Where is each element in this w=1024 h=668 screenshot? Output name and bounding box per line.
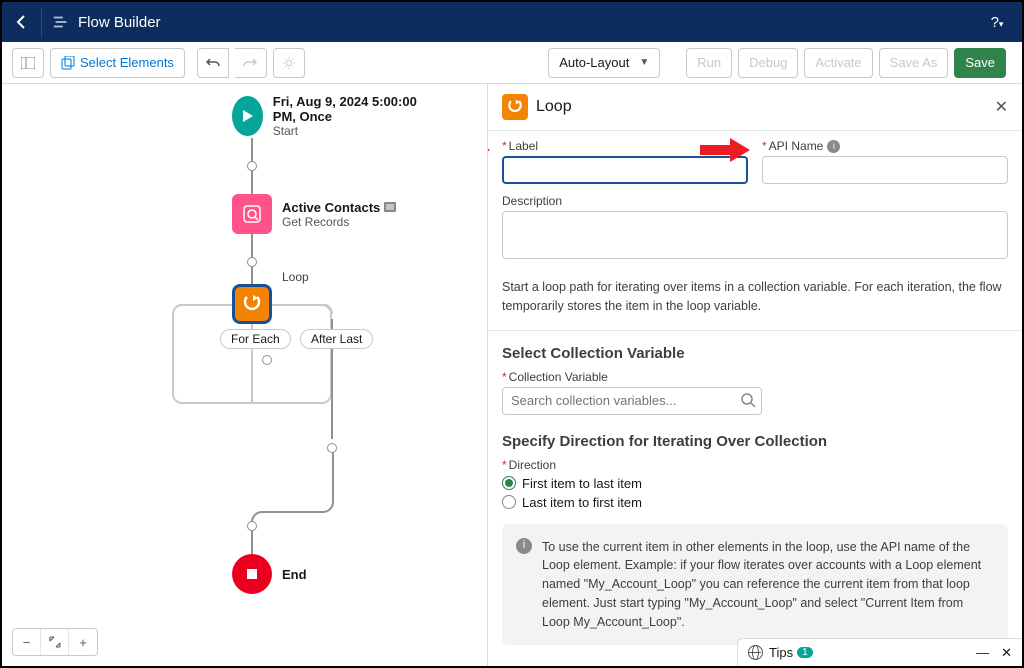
flow-canvas[interactable]: Fri, Aug 9, 2024 5:00:00 PM, Once Start … (2, 84, 487, 666)
toggle-panel-button[interactable] (12, 48, 44, 78)
layout-mode-select[interactable]: Auto-Layout▼ (548, 48, 660, 78)
select-elements-button[interactable]: Select Elements (50, 48, 185, 78)
direction-section-title: Specify Direction for Iterating Over Col… (502, 433, 1008, 450)
loop-connectors (172, 304, 372, 444)
copy-icon (61, 56, 75, 70)
gear-icon (282, 56, 296, 70)
collection-variable-input[interactable] (502, 387, 762, 415)
loop-icon (506, 98, 524, 116)
info-icon[interactable]: i (827, 140, 840, 153)
flow-icon (52, 13, 70, 31)
help-button[interactable]: ?▾ (982, 14, 1012, 31)
start-node[interactable] (232, 96, 263, 136)
loop-node[interactable] (232, 284, 272, 324)
globe-icon (748, 645, 763, 660)
app-header: Flow Builder ?▾ (2, 2, 1022, 42)
for-each-branch[interactable]: For Each (220, 329, 291, 349)
select-elements-label: Select Elements (80, 55, 174, 70)
loop-connector-label: Loop (282, 270, 309, 284)
minimize-button[interactable]: — (976, 645, 989, 660)
radio-icon (502, 495, 516, 509)
radio-last-to-first[interactable]: Last item to first item (502, 495, 1008, 510)
panel-title: Loop (536, 98, 995, 116)
zoom-in-button[interactable]: + (69, 629, 97, 655)
info-box-text: To use the current item in other element… (542, 538, 994, 632)
get-records-icon (241, 203, 263, 225)
loop-icon (241, 293, 263, 315)
app-title: Flow Builder (78, 14, 982, 31)
direction-label: Direction (509, 458, 556, 472)
get-records-node[interactable] (232, 194, 272, 234)
radio-icon (502, 476, 516, 490)
toolbar: Select Elements Auto-Layout▼ Run Debug A… (2, 42, 1022, 84)
add-element-connector[interactable] (247, 521, 257, 531)
get-records-sub: Get Records (282, 215, 396, 229)
close-panel-button[interactable]: ✕ (995, 97, 1008, 117)
info-icon: i (516, 538, 532, 554)
fit-to-screen-button[interactable] (41, 629, 69, 655)
panel-loop-icon (502, 94, 528, 120)
add-element-connector[interactable] (247, 257, 257, 267)
activate-button[interactable]: Activate (804, 48, 872, 78)
connector-curve (251, 482, 336, 522)
start-node-sub: Start (273, 124, 432, 138)
annotation-arrow-2 (700, 136, 750, 164)
description-input[interactable] (502, 211, 1008, 259)
undo-button[interactable] (197, 48, 229, 78)
debug-button[interactable]: Debug (738, 48, 798, 78)
play-icon (239, 108, 255, 124)
api-name-input[interactable] (762, 156, 1008, 184)
radio-first-to-last[interactable]: First item to last item (502, 476, 1008, 491)
add-element-connector[interactable] (327, 443, 337, 453)
fit-icon (49, 636, 61, 648)
collection-variable-label: Collection Variable (509, 370, 608, 384)
zoom-out-button[interactable]: − (13, 629, 41, 655)
tips-label: Tips (769, 645, 793, 660)
description-field-label: Description (502, 194, 562, 208)
start-node-title: Fri, Aug 9, 2024 5:00:00 PM, Once (273, 94, 432, 124)
back-button[interactable] (12, 7, 42, 37)
info-box: i To use the current item in other eleme… (502, 524, 1008, 646)
tips-count-badge: 1 (797, 647, 813, 658)
loop-intro-text: Start a loop path for iterating over ite… (502, 278, 1008, 316)
panel-icon (21, 57, 35, 69)
api-name-field-label: API Name (769, 139, 824, 153)
add-element-connector[interactable] (247, 161, 257, 171)
redo-button[interactable] (235, 48, 267, 78)
redo-icon (243, 57, 257, 69)
save-button[interactable]: Save (954, 48, 1006, 78)
tips-bar[interactable]: Tips 1 — ✕ (737, 638, 1022, 666)
undo-icon (206, 57, 220, 69)
list-icon (384, 202, 396, 212)
end-node-title: End (282, 567, 307, 582)
get-records-title: Active Contacts (282, 200, 396, 215)
properties-panel: Loop ✕ *Label *API Namei Description (487, 84, 1022, 666)
run-button[interactable]: Run (686, 48, 732, 78)
end-node[interactable] (232, 554, 272, 594)
search-icon (740, 392, 756, 408)
after-last-branch[interactable]: After Last (300, 329, 373, 349)
close-tips-button[interactable]: ✕ (1001, 645, 1012, 661)
arrow-left-icon (14, 14, 30, 30)
stop-icon (245, 567, 259, 581)
collection-section-title: Select Collection Variable (502, 345, 1008, 362)
label-field-label: Label (509, 139, 538, 153)
settings-button[interactable] (273, 48, 305, 78)
save-as-button[interactable]: Save As (879, 48, 949, 78)
annotation-arrow-1 (487, 136, 490, 164)
zoom-controls: − + (12, 628, 98, 656)
